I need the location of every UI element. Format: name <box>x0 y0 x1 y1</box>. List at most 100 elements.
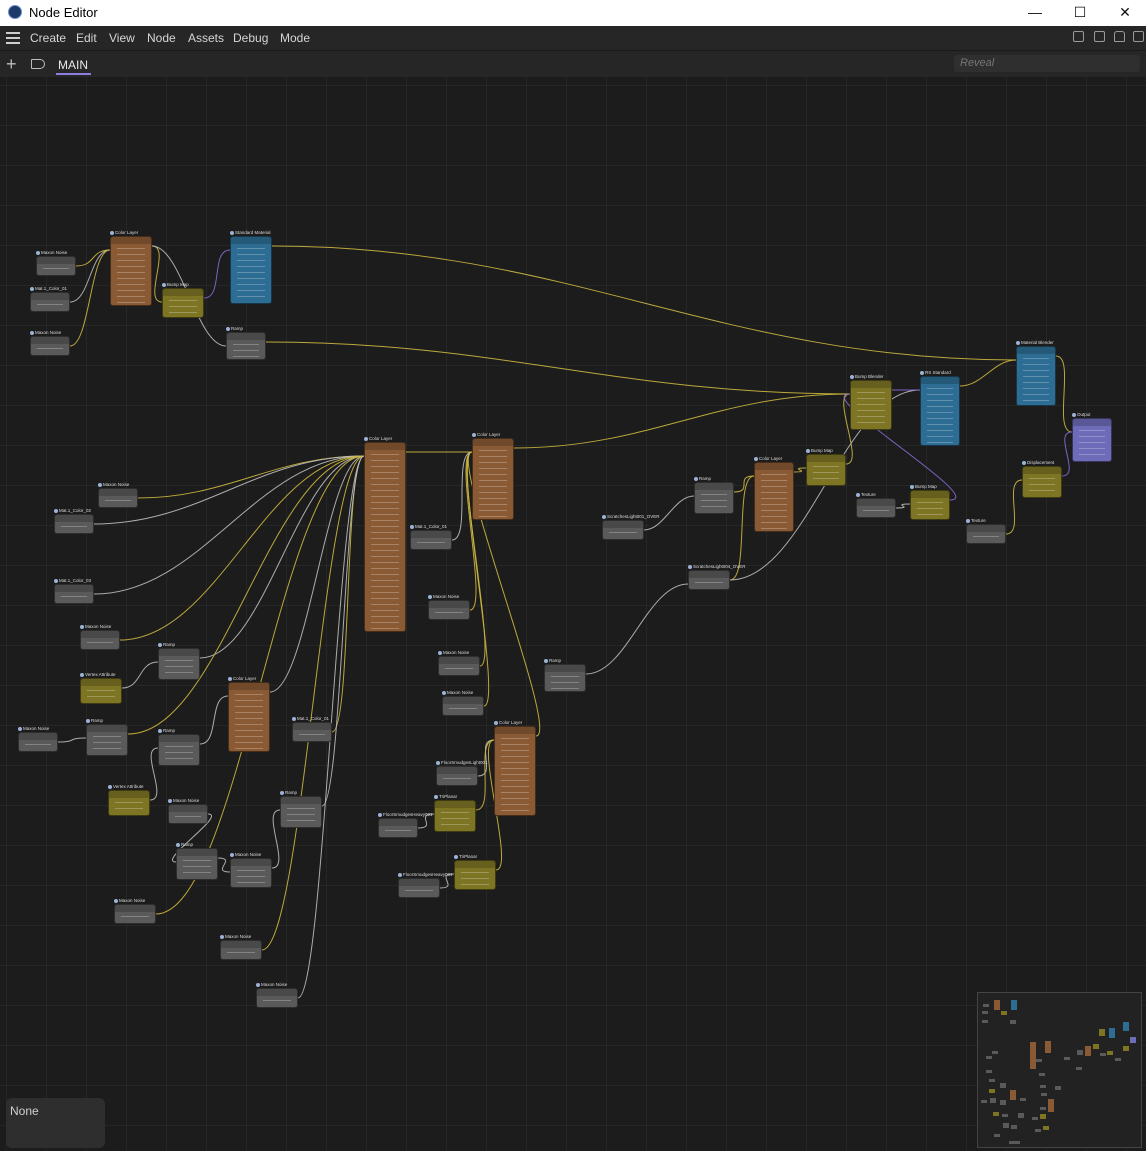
node-port <box>117 248 145 249</box>
node-texture[interactable] <box>176 848 218 880</box>
node-bump[interactable] <box>806 454 846 486</box>
node-texture[interactable] <box>158 734 200 766</box>
node-port <box>501 744 529 745</box>
node-layer[interactable] <box>364 442 406 632</box>
tag-icon[interactable] <box>31 59 45 69</box>
node-texture[interactable] <box>436 766 478 786</box>
node-texture[interactable] <box>256 988 298 1008</box>
node-header <box>379 819 417 826</box>
node-title: Color Layer <box>228 676 256 681</box>
tab-main[interactable]: MAIN <box>58 58 88 72</box>
node-bump[interactable] <box>1022 466 1062 498</box>
node-type-icon <box>806 448 810 453</box>
node-layer[interactable] <box>754 462 794 532</box>
open-external-icon[interactable] <box>1133 31 1144 42</box>
node-texture[interactable] <box>230 858 272 888</box>
node-bump[interactable] <box>434 800 476 832</box>
node-port <box>43 268 69 269</box>
minimap-node <box>1041 1093 1047 1096</box>
node-title: Maxon Noise <box>80 624 111 629</box>
node-port <box>927 424 953 425</box>
node-texture[interactable] <box>30 292 70 312</box>
node-material[interactable] <box>1016 346 1056 406</box>
menu-mode[interactable]: Mode <box>280 31 310 45</box>
minimap-node <box>994 1134 1000 1137</box>
menu-create[interactable]: Create <box>30 31 66 45</box>
node-texture[interactable] <box>428 600 470 620</box>
node-port <box>169 312 197 313</box>
node-texture[interactable] <box>168 804 208 824</box>
minimap-node <box>1036 1059 1042 1062</box>
node-bump[interactable] <box>850 380 892 430</box>
node-texture[interactable] <box>54 514 94 534</box>
node-texture[interactable] <box>86 724 128 756</box>
node-bump[interactable] <box>80 678 122 704</box>
add-tab-plus-icon[interactable]: + <box>6 55 17 73</box>
minimap-node <box>1064 1057 1070 1060</box>
maximize-button[interactable]: ☐ <box>1057 0 1103 26</box>
node-texture[interactable] <box>398 878 440 898</box>
node-bump[interactable] <box>162 288 204 318</box>
node-texture[interactable] <box>18 732 58 752</box>
layout-right-panel-icon[interactable] <box>1094 31 1105 42</box>
node-texture[interactable] <box>80 630 120 650</box>
node-texture[interactable] <box>54 584 94 604</box>
node-texture[interactable] <box>410 530 452 550</box>
node-layer[interactable] <box>110 236 152 306</box>
node-output[interactable] <box>1072 418 1112 462</box>
menu-node[interactable]: Node <box>147 31 176 45</box>
minimize-button[interactable]: — <box>1012 0 1058 26</box>
node-texture[interactable] <box>378 818 418 838</box>
node-header <box>87 725 127 732</box>
hamburger-menu-icon[interactable] <box>6 32 20 44</box>
node-texture[interactable] <box>602 520 644 540</box>
node-texture[interactable] <box>442 696 484 716</box>
node-texture[interactable] <box>292 722 332 742</box>
menu-debug[interactable]: Debug <box>233 31 268 45</box>
node-material[interactable] <box>230 236 272 304</box>
layout-left-panel-icon[interactable] <box>1073 31 1084 42</box>
node-bump[interactable] <box>454 860 496 890</box>
node-texture[interactable] <box>36 256 76 276</box>
node-title-text: FloorSmudgesHeavy001 <box>383 812 433 817</box>
node-title-text: Maxon Noise <box>85 624 112 629</box>
node-title: Ramp <box>176 842 193 847</box>
node-texture[interactable] <box>30 336 70 356</box>
node-texture[interactable] <box>694 482 734 514</box>
node-title: FloorSmudgesHeavy001 <box>398 872 453 877</box>
node-title: Color Layer <box>494 720 522 725</box>
reveal-search-input[interactable]: Reveal <box>954 55 1140 72</box>
node-texture[interactable] <box>98 488 138 508</box>
node-texture[interactable] <box>226 332 266 360</box>
menu-assets[interactable]: Assets <box>188 31 224 45</box>
minimap[interactable] <box>977 992 1142 1148</box>
node-texture[interactable] <box>220 940 262 960</box>
node-texture[interactable] <box>114 904 156 924</box>
node-texture[interactable] <box>966 524 1006 544</box>
node-texture[interactable] <box>280 796 322 828</box>
node-texture[interactable] <box>158 648 200 680</box>
node-texture[interactable] <box>688 570 730 590</box>
close-button[interactable]: ✕ <box>1102 0 1146 26</box>
menu-edit[interactable]: Edit <box>76 31 97 45</box>
node-texture[interactable] <box>438 656 480 676</box>
node-texture[interactable] <box>856 498 896 518</box>
node-graph-canvas[interactable] <box>0 78 1146 1151</box>
node-layer[interactable] <box>472 438 514 520</box>
node-bump[interactable] <box>108 790 150 816</box>
menu-view[interactable]: View <box>109 31 135 45</box>
node-title-text: TriPlanar <box>459 854 478 859</box>
node-title: Vertex Attribute <box>108 784 144 789</box>
node-title: FloorSmudgesHeavy001 <box>378 812 433 817</box>
lock-icon[interactable] <box>1114 31 1125 42</box>
node-bump[interactable] <box>910 490 950 520</box>
node-port <box>761 522 787 523</box>
node-texture[interactable] <box>544 664 586 692</box>
node-port <box>299 734 325 735</box>
node-layer[interactable] <box>228 682 270 752</box>
node-layer[interactable] <box>494 726 536 816</box>
node-port <box>115 802 143 803</box>
node-title-text: Maxon Noise <box>23 726 50 731</box>
node-title-text: Maxon Noise <box>173 798 200 803</box>
node-material[interactable] <box>920 376 960 446</box>
